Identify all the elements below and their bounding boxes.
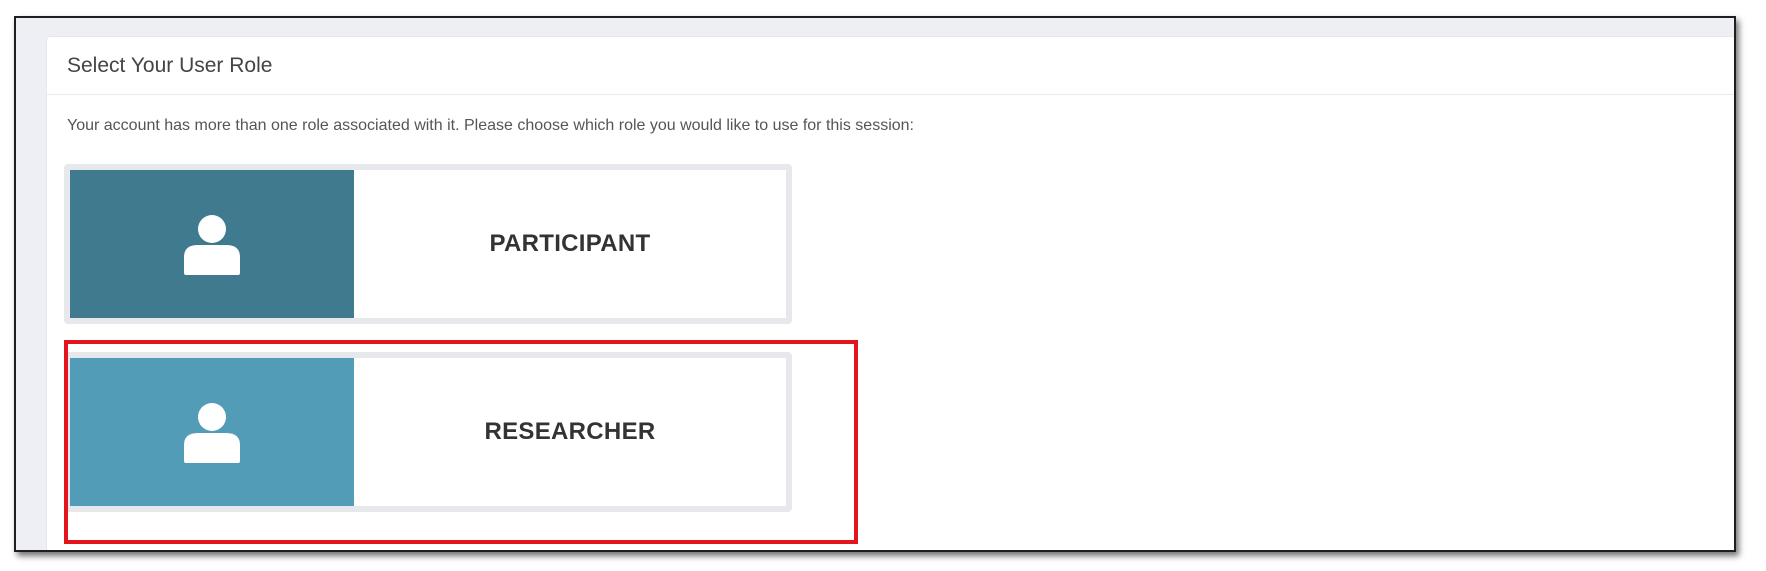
role-label: PARTICIPANT [489,230,651,257]
role-card-participant[interactable]: PARTICIPANT [64,164,792,324]
panel-title: Select Your User Role [67,53,273,77]
panel-header: Select Your User Role [47,37,1734,95]
role-icon-box [70,170,354,318]
panel-description: Your account has more than one role asso… [67,117,914,134]
highlight-annotation-box [64,340,858,544]
user-icon [184,215,240,275]
